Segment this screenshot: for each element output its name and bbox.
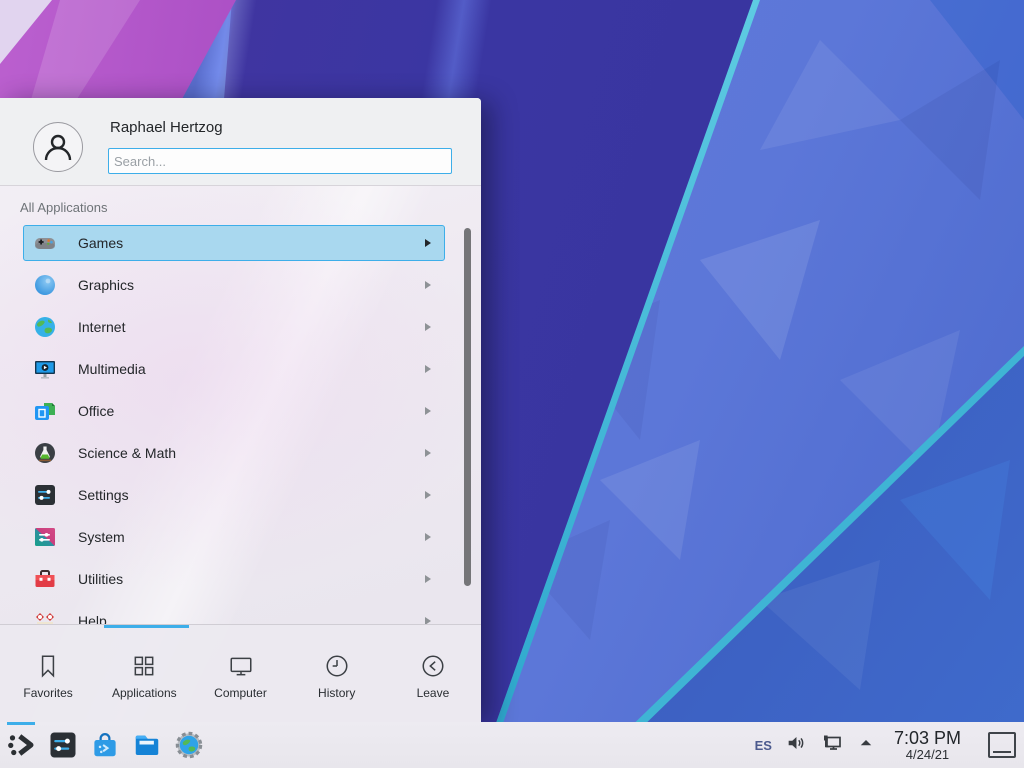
grid-icon xyxy=(131,653,157,679)
submenu-arrow-icon xyxy=(425,365,431,373)
tab-label: Applications xyxy=(112,686,177,700)
category-label: Settings xyxy=(78,487,129,503)
clock-date: 4/24/21 xyxy=(894,748,961,762)
user-avatar[interactable] xyxy=(33,122,83,172)
submenu-arrow-icon xyxy=(425,533,431,541)
system-icon xyxy=(33,525,57,549)
volume-icon[interactable] xyxy=(785,732,807,759)
active-tab-indicator xyxy=(104,625,189,628)
application-launcher-button[interactable] xyxy=(0,722,42,768)
bookmark-icon xyxy=(35,653,61,679)
sliders-icon xyxy=(33,483,57,507)
submenu-arrow-icon xyxy=(425,281,431,289)
submenu-arrow-icon xyxy=(425,617,431,624)
submenu-arrow-icon xyxy=(425,491,431,499)
globe-icon xyxy=(33,315,57,339)
network-icon[interactable] xyxy=(820,731,844,760)
submenu-arrow-icon xyxy=(425,575,431,583)
folder-icon xyxy=(132,730,162,760)
desktop: Raphael Hertzog All Applications xyxy=(0,0,1024,768)
category-games[interactable]: Games xyxy=(23,225,445,261)
web-browser-button[interactable] xyxy=(168,722,210,768)
category-settings[interactable]: Settings xyxy=(23,477,444,513)
search-input[interactable] xyxy=(108,148,452,174)
category-office[interactable]: Office xyxy=(23,393,444,429)
expand-tray-icon[interactable] xyxy=(857,734,875,757)
system-settings-icon xyxy=(48,730,78,760)
show-desktop-glyph xyxy=(993,751,1011,753)
tab-leave[interactable]: Leave xyxy=(385,625,481,723)
tab-favorites[interactable]: Favorites xyxy=(0,625,96,723)
user-name: Raphael Hertzog xyxy=(110,119,223,136)
category-label: System xyxy=(78,529,125,545)
multimedia-icon xyxy=(33,357,57,381)
system-tray: ES xyxy=(755,729,1024,762)
sphere-icon xyxy=(33,273,57,297)
category-graphics[interactable]: Graphics xyxy=(23,267,444,303)
tab-label: Computer xyxy=(214,686,267,700)
launcher-header: Raphael Hertzog xyxy=(0,98,481,186)
submenu-arrow-icon xyxy=(425,449,431,457)
submenu-arrow-icon xyxy=(425,323,431,331)
flask-icon xyxy=(33,441,57,465)
taskbar: ES xyxy=(0,722,1024,768)
category-multimedia[interactable]: Multimedia xyxy=(23,351,444,387)
keyboard-layout-indicator[interactable]: ES xyxy=(755,738,772,753)
tab-label: History xyxy=(318,686,355,700)
gamepad-icon xyxy=(33,231,57,255)
tab-history[interactable]: History xyxy=(289,625,385,723)
category-utilities[interactable]: Utilities xyxy=(23,561,444,597)
category-label: Office xyxy=(78,403,114,419)
category-internet[interactable]: Internet xyxy=(23,309,444,345)
tab-computer[interactable]: Computer xyxy=(192,625,288,723)
category-system[interactable]: System xyxy=(23,519,444,555)
category-science[interactable]: Science & Math xyxy=(23,435,444,471)
list-scrollbar[interactable] xyxy=(464,228,471,586)
user-icon xyxy=(42,131,74,163)
category-label: Science & Math xyxy=(78,445,176,461)
category-label: Games xyxy=(78,235,123,251)
submenu-arrow-icon xyxy=(425,407,431,415)
tab-applications[interactable]: Applications xyxy=(96,625,192,723)
category-list: Games Graphics xyxy=(0,218,481,624)
discover-bag-icon xyxy=(90,730,120,760)
file-manager-button[interactable] xyxy=(126,722,168,768)
digital-clock[interactable]: 7:03 PM 4/24/21 xyxy=(894,729,961,762)
category-label: Multimedia xyxy=(78,361,146,377)
clock-time: 7:03 PM xyxy=(894,729,961,748)
tab-label: Leave xyxy=(417,686,450,700)
leave-icon xyxy=(420,653,446,679)
discover-button[interactable] xyxy=(84,722,126,768)
office-icon xyxy=(33,399,57,423)
category-label: Internet xyxy=(78,319,125,335)
monitor-icon xyxy=(228,653,254,679)
toolbox-icon xyxy=(33,567,57,591)
show-desktop-button[interactable] xyxy=(988,732,1016,758)
application-launcher-menu: Raphael Hertzog All Applications xyxy=(0,98,481,722)
globe-gear-icon xyxy=(174,730,204,760)
lifebuoy-icon xyxy=(33,609,57,624)
category-label: Utilities xyxy=(78,571,123,587)
section-label: All Applications xyxy=(20,200,107,215)
clock-icon xyxy=(324,653,350,679)
category-label: Help xyxy=(78,613,107,624)
active-app-indicator xyxy=(7,722,35,725)
launcher-tab-bar: Favorites Applications Computer xyxy=(0,624,481,723)
system-settings-button[interactable] xyxy=(42,722,84,768)
category-label: Graphics xyxy=(78,277,134,293)
category-help[interactable]: Help xyxy=(23,603,444,624)
kde-launcher-icon xyxy=(6,730,36,760)
tab-label: Favorites xyxy=(23,686,72,700)
submenu-arrow-icon xyxy=(425,239,431,247)
